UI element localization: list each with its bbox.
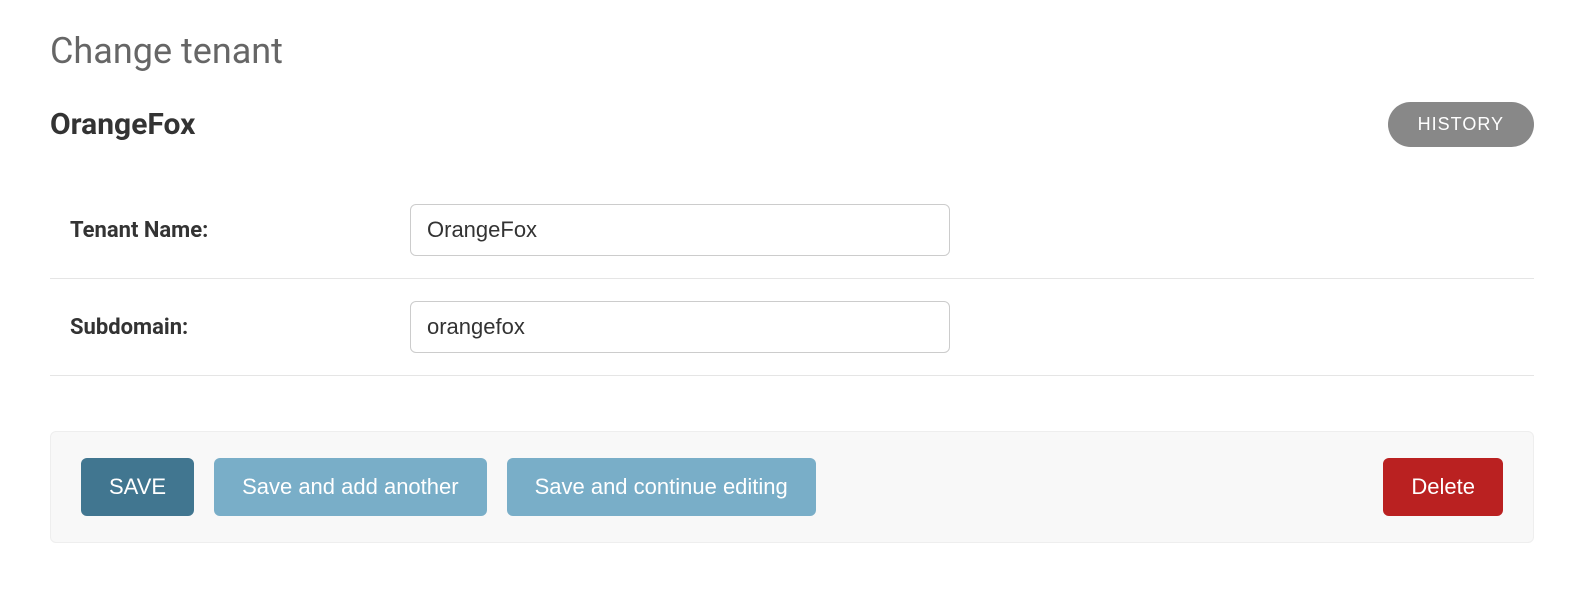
submit-row: SAVE Save and add another Save and conti… xyxy=(50,431,1534,543)
tenant-name-label: Tenant Name: xyxy=(70,218,410,243)
subdomain-input[interactable] xyxy=(410,301,950,353)
form-row-subdomain: Subdomain: xyxy=(50,279,1534,376)
subdomain-label: Subdomain: xyxy=(70,315,410,340)
object-name: OrangeFox xyxy=(50,107,195,142)
save-continue-button[interactable]: Save and continue editing xyxy=(507,458,816,516)
history-button[interactable]: HISTORY xyxy=(1388,102,1534,147)
form-row-tenant-name: Tenant Name: xyxy=(50,182,1534,279)
save-button[interactable]: SAVE xyxy=(81,458,194,516)
page-title: Change tenant xyxy=(50,30,1534,72)
tenant-name-input[interactable] xyxy=(410,204,950,256)
delete-button[interactable]: Delete xyxy=(1383,458,1503,516)
save-add-another-button[interactable]: Save and add another xyxy=(214,458,487,516)
header-row: OrangeFox HISTORY xyxy=(50,102,1534,147)
